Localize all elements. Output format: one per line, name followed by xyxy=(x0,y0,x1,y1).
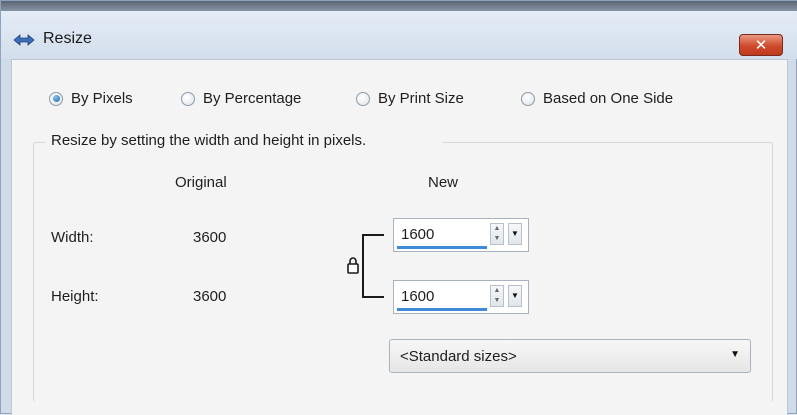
top-strip xyxy=(1,1,797,11)
height-original-value: 3600 xyxy=(193,288,227,305)
spin-updown-icon[interactable]: ▲ ▼ xyxy=(490,285,504,307)
height-new-value: 1600 xyxy=(401,288,435,305)
radio-by-pixels[interactable]: By Pixels xyxy=(49,90,133,107)
width-new-value: 1600 xyxy=(401,226,435,243)
window-title: Resize xyxy=(43,30,92,47)
aspect-bracket xyxy=(362,234,378,298)
title-bar: Resize ✕ xyxy=(1,11,797,59)
width-original-value: 3600 xyxy=(193,229,227,246)
radio-by-percentage[interactable]: By Percentage xyxy=(181,90,301,107)
height-spinbox[interactable]: 1600 ▲ ▼ ▼ xyxy=(393,280,529,314)
close-icon: ✕ xyxy=(754,35,768,54)
width-label: Width: xyxy=(51,229,94,246)
radio-unselected-icon xyxy=(181,91,195,106)
dropdown-arrow-icon[interactable]: ▼ xyxy=(508,285,522,307)
resize-dialog: Resize ✕ By Pixels By Percentage By Prin… xyxy=(0,0,797,415)
column-header-original: Original xyxy=(175,174,227,191)
height-label: Height: xyxy=(51,288,99,305)
radio-based-on-one-side[interactable]: Based on One Side xyxy=(521,90,673,107)
standard-sizes-dropdown[interactable]: <Standard sizes> ▼ xyxy=(389,339,751,373)
radio-unselected-icon xyxy=(356,91,370,106)
radio-selected-icon xyxy=(49,91,63,106)
group-description: Resize by setting the width and height i… xyxy=(51,132,367,149)
radio-label: By Pixels xyxy=(71,90,133,107)
lock-icon[interactable] xyxy=(346,256,360,274)
radio-label: Based on One Side xyxy=(543,90,674,107)
radio-label: By Percentage xyxy=(203,90,302,107)
radio-label: By Print Size xyxy=(378,90,464,107)
radio-by-print-size[interactable]: By Print Size xyxy=(356,90,464,107)
column-header-new: New xyxy=(428,174,459,191)
dropdown-arrow-icon[interactable]: ▼ xyxy=(508,223,522,245)
close-button[interactable]: ✕ xyxy=(739,34,783,56)
spin-updown-icon[interactable]: ▲ ▼ xyxy=(490,223,504,245)
standard-sizes-value: <Standard sizes> xyxy=(400,348,517,365)
width-spinbox[interactable]: 1600 ▲ ▼ ▼ xyxy=(393,218,529,252)
app-icon xyxy=(13,34,35,46)
radio-unselected-icon xyxy=(521,91,535,106)
chevron-down-icon: ▼ xyxy=(730,349,740,360)
